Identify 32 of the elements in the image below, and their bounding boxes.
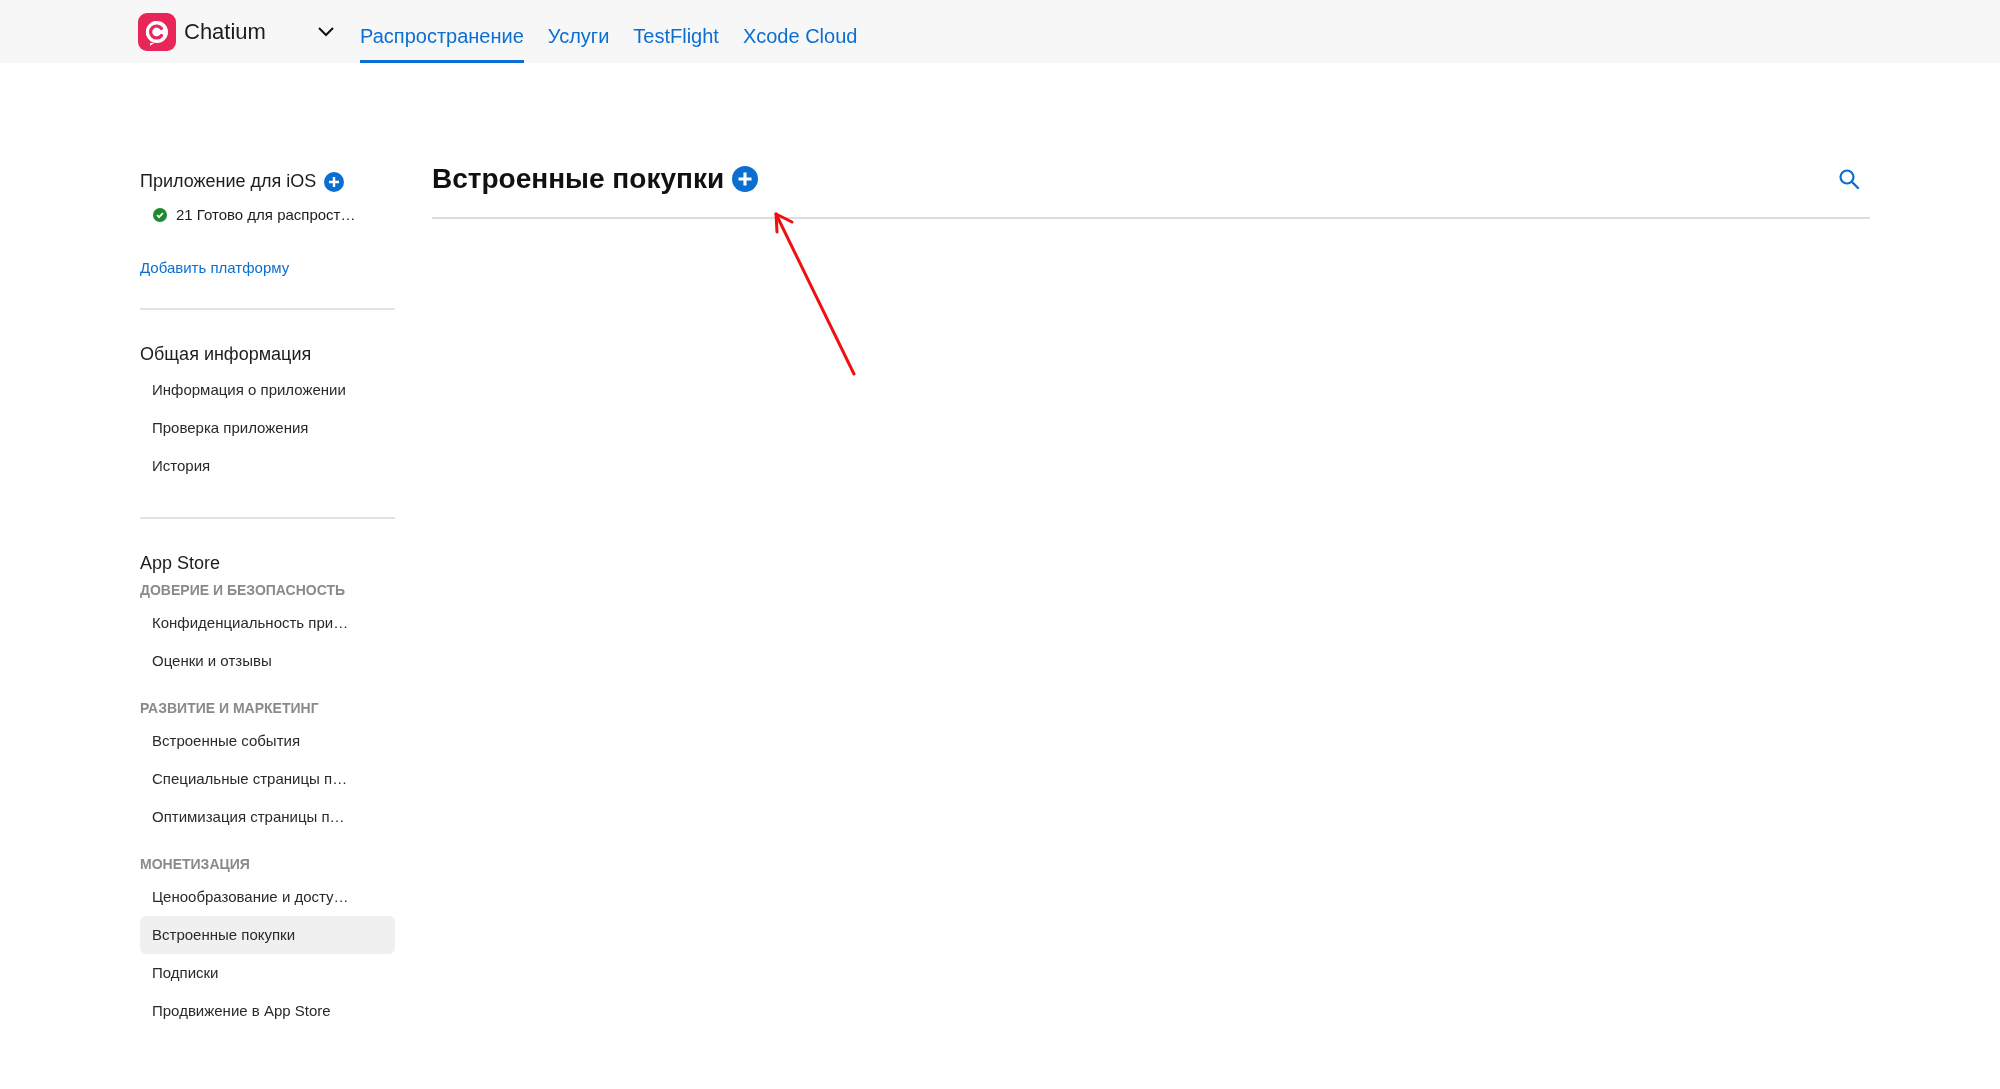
checkmark-icon — [153, 207, 167, 222]
nav-tab[interactable]: Xcode Cloud — [742, 0, 858, 63]
sidebar-item[interactable]: Встроенные покупки — [140, 916, 395, 954]
group-heading: Общая информация — [140, 344, 313, 365]
sidebar-item[interactable]: Ценообразование и досту… — [140, 878, 395, 916]
section-label: МОНЕТИЗАЦИЯ — [140, 856, 251, 872]
nav-tab[interactable]: Услуги — [547, 0, 610, 63]
search-icon[interactable] — [1838, 168, 1860, 190]
nav-tab[interactable]: Распространение — [360, 0, 524, 63]
sidebar-item[interactable]: Продвижение в App Store — [140, 992, 395, 1030]
sidebar-item[interactable]: Подписки — [140, 954, 395, 992]
sidebar-item[interactable]: Информация о приложении — [140, 371, 395, 409]
sidebar-item[interactable]: Встроенные события — [140, 722, 395, 760]
sidebar-item[interactable]: Оценки и отзывы — [140, 642, 395, 680]
page-title: Встроенные покупки — [432, 163, 725, 195]
platform-title: Приложение для iOS — [140, 171, 317, 192]
sidebar-item[interactable]: Специальные страницы п… — [140, 760, 395, 798]
add-icon[interactable] — [324, 171, 345, 192]
nav-tab[interactable]: TestFlight — [633, 0, 719, 63]
group-heading: App Store — [140, 553, 222, 574]
chevron-down-icon — [318, 26, 334, 37]
add-icon[interactable] — [732, 166, 759, 192]
sidebar-item[interactable]: Конфиденциальность при… — [140, 604, 395, 642]
section-label: ДОВЕРИЕ И БЕЗОПАСНОСТЬ — [140, 582, 347, 598]
version-status[interactable]: 21 Готово для распрост… — [176, 206, 356, 223]
add-platform-link[interactable]: Добавить платформу — [140, 259, 395, 276]
sidebar-item[interactable]: Проверка приложения — [140, 409, 395, 447]
sidebar-item[interactable]: Оптимизация страницы п… — [140, 798, 395, 836]
app-name: Chatium — [184, 18, 267, 45]
sidebar-item[interactable]: История — [140, 447, 395, 485]
app-logo-icon — [138, 12, 176, 51]
section-label: РАЗВИТИЕ И МАРКЕТИНГ — [140, 700, 320, 716]
